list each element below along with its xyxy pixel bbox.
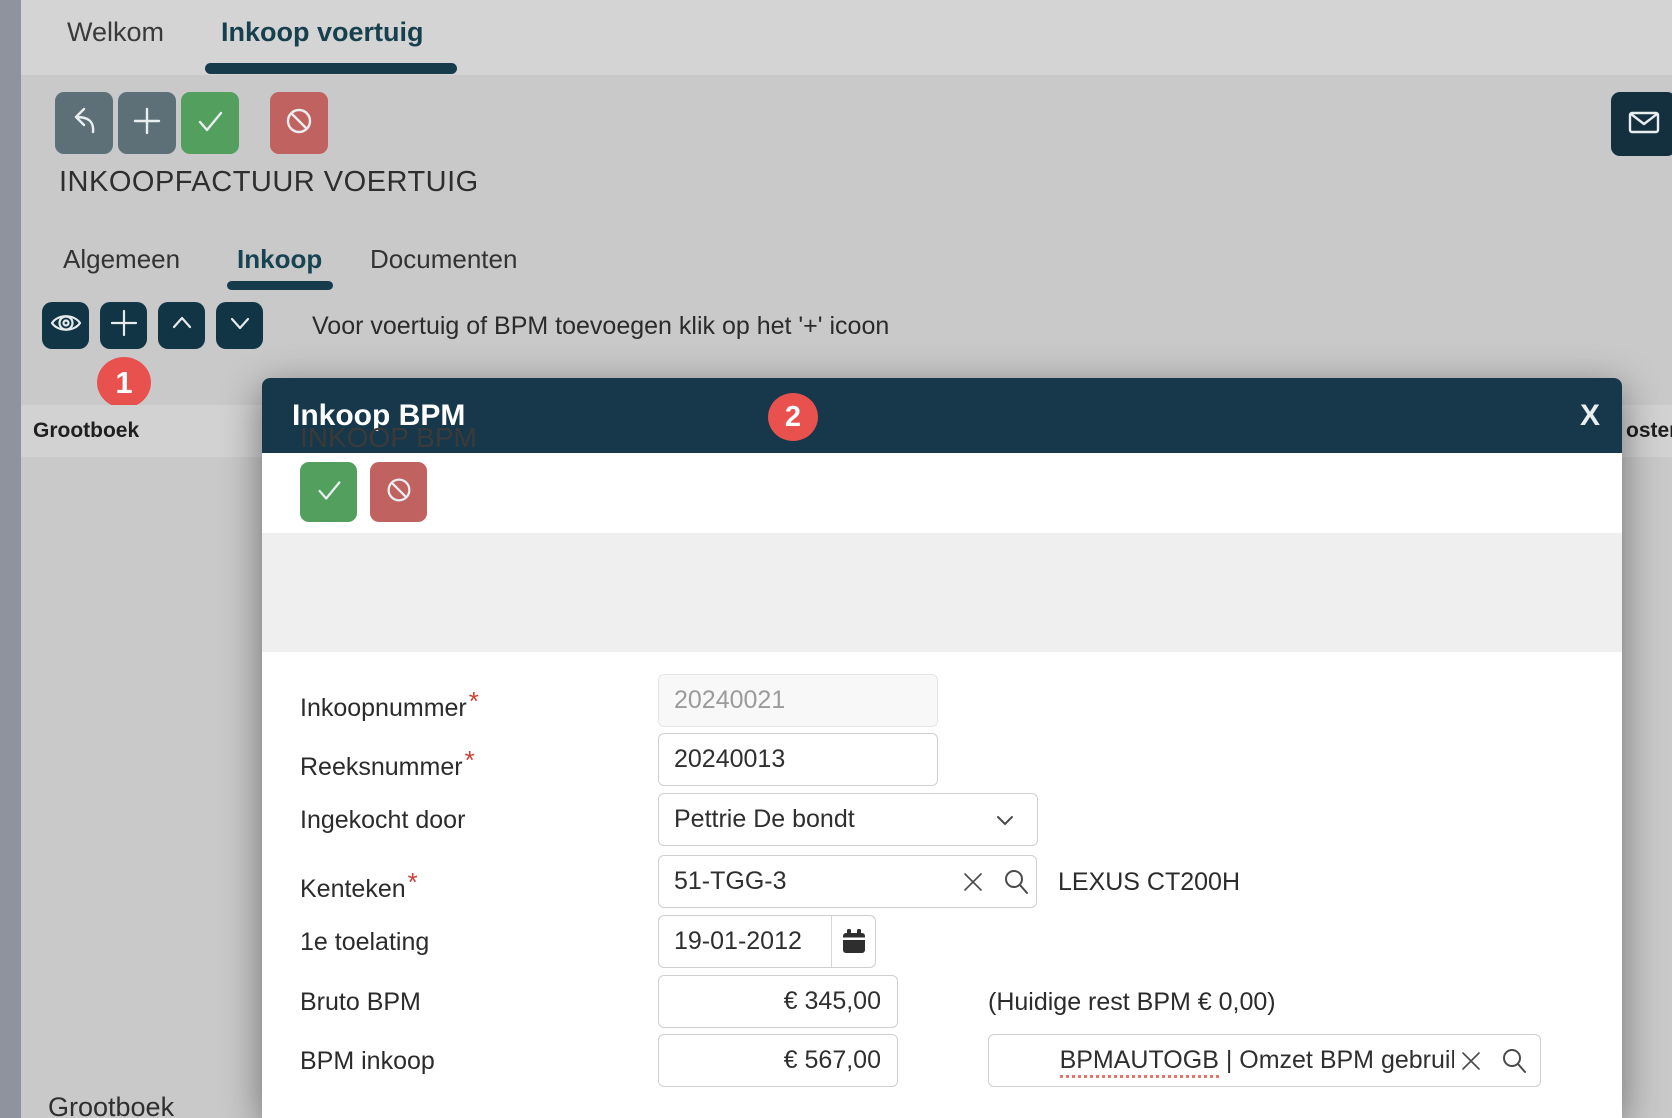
chevron-up-icon (167, 308, 197, 343)
move-up-button[interactable] (158, 302, 205, 349)
tab-documenten[interactable]: Documenten (370, 242, 517, 276)
search-icon[interactable] (1494, 1035, 1534, 1086)
bottom-grootboek-label: Grootboek (48, 1092, 174, 1118)
mail-button[interactable] (1611, 92, 1672, 156)
calendar-icon (843, 929, 865, 953)
application-window: Welkom Inkoop voertuig INKOOPFACTUUR VOE… (0, 0, 1672, 1118)
chevron-down-icon (225, 308, 255, 343)
date-divider (831, 916, 832, 967)
column-header-kosten-partial: osten (1626, 419, 1672, 443)
step-badge-2: 2 (768, 393, 818, 441)
clear-icon[interactable] (1451, 1035, 1491, 1086)
envelope-icon (1624, 105, 1664, 144)
left-sidebar-strip (0, 0, 21, 1118)
view-button[interactable] (42, 302, 89, 349)
back-arrow-icon (67, 104, 101, 143)
required-marker: * (408, 867, 418, 897)
page-title: INKOOPFACTUUR VOERTUIG (59, 166, 479, 199)
bruto-bpm-input[interactable]: € 345,00 (658, 975, 898, 1028)
ingekocht-door-label: Ingekocht door (300, 804, 465, 836)
reeksnummer-input[interactable]: 20240013 (658, 733, 938, 786)
required-marker: * (465, 745, 475, 775)
back-button[interactable] (55, 92, 113, 154)
bpm-inkoop-label: BPM inkoop (300, 1045, 435, 1077)
chevron-down-icon (985, 794, 1025, 845)
tab-algemeen[interactable]: Algemeen (63, 242, 180, 276)
lookup-code: BPMAUTOGB (1060, 1046, 1219, 1078)
eye-icon (48, 308, 84, 343)
check-icon (193, 104, 227, 143)
required-marker: * (469, 686, 479, 716)
active-subtab-underline (227, 281, 333, 290)
plus-icon (108, 307, 140, 344)
inkoop-bpm-dialog: Inkoop BPM 2 X INKOOP BPM Inkoopnummer* … (262, 378, 1622, 1118)
clear-icon[interactable] (953, 856, 993, 907)
tab-inkoop[interactable]: Inkoop (237, 242, 322, 276)
kenteken-label: Kenteken* (300, 866, 418, 898)
dialog-close-button[interactable]: X (1562, 378, 1618, 453)
bruto-bpm-label: Bruto BPM (300, 986, 421, 1018)
kenteken-result-text: LEXUS CT200H (1058, 866, 1240, 898)
reeksnummer-label: Reeksnummer* (300, 744, 475, 776)
tab-welkom[interactable]: Welkom (67, 0, 164, 64)
calendar-button[interactable] (834, 916, 874, 967)
rest-bpm-text: (Huidige rest BPM € 0,00) (988, 986, 1276, 1018)
column-header-grootboek: Grootboek (33, 419, 139, 443)
toelating-label: 1e toelating (300, 926, 429, 958)
dialog-section-title: INKOOP BPM (300, 378, 477, 497)
add-row-button[interactable] (100, 302, 147, 349)
add-button[interactable] (118, 92, 176, 154)
active-tab-underline (205, 63, 457, 74)
kenteken-input[interactable]: 51-TGG-3 (658, 855, 1037, 908)
grid-hint-text: Voor voertuig of BPM toevoegen klik op h… (312, 312, 889, 341)
cancel-button[interactable] (270, 92, 328, 154)
inkoopnummer-label: Inkoopnummer* (300, 685, 479, 717)
ingekocht-door-select[interactable]: Pettrie De bondt (658, 793, 1038, 846)
lookup-description: | Omzet BPM gebruikt (1219, 1046, 1454, 1074)
tab-inkoop-voertuig[interactable]: Inkoop voertuig (221, 0, 424, 64)
toelating-date-input[interactable]: 19-01-2012 (658, 915, 876, 968)
plus-icon (130, 104, 164, 143)
move-down-button[interactable] (216, 302, 263, 349)
ban-icon (282, 104, 316, 143)
bpm-grootboek-lookup[interactable]: BPMAUTOGB | Omzet BPM gebruikt (988, 1034, 1541, 1087)
dialog-section-band (262, 533, 1622, 652)
step-badge-1: 1 (97, 357, 151, 408)
confirm-button[interactable] (181, 92, 239, 154)
bpm-inkoop-input[interactable]: € 567,00 (658, 1034, 898, 1087)
inkoopnummer-input: 20240021 (658, 674, 938, 727)
search-icon[interactable] (996, 856, 1036, 907)
